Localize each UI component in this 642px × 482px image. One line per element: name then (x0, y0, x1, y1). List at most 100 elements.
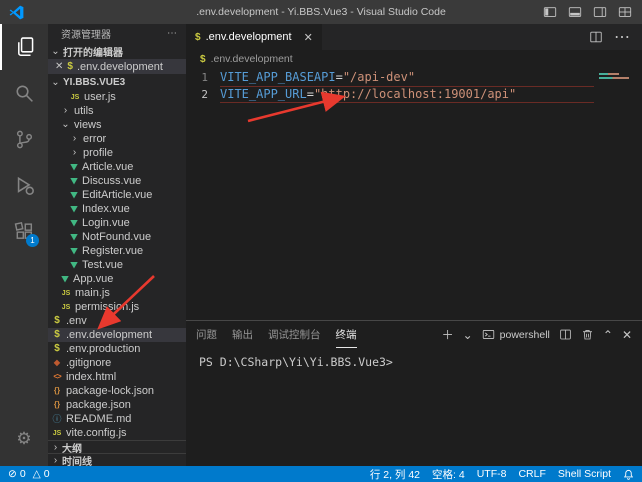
tree-item-permission.js[interactable]: JSpermission.js (48, 300, 186, 314)
file-name: vite.config.js (66, 427, 127, 439)
toggle-sidebar-icon[interactable] (543, 5, 557, 19)
chevron-right-icon: › (51, 442, 60, 453)
tree-item-.gitignore[interactable]: ◆ .gitignore (48, 356, 186, 370)
file-name: permission.js (75, 301, 139, 313)
split-terminal-icon[interactable] (559, 328, 572, 341)
code-line-2[interactable]: 2VITE_APP_URL="http://localhost:19001/ap… (186, 86, 642, 103)
chevron-right-icon: › (70, 148, 79, 158)
tree-item-NotFound.vue[interactable]: NotFound.vue (48, 230, 186, 244)
cursor-position-status[interactable]: 行 2, 列 42 (370, 467, 420, 482)
tree-item-.env.production[interactable]: $.env.production (48, 342, 186, 356)
tree-item-.env.development[interactable]: $.env.development (48, 328, 186, 342)
tree-item-Article.vue[interactable]: Article.vue (48, 160, 186, 174)
tree-item-Index.vue[interactable]: Index.vue (48, 202, 186, 216)
file-name: Register.vue (82, 245, 143, 257)
run-debug-icon[interactable] (0, 162, 48, 208)
maximize-panel-icon[interactable]: ⌃ (603, 329, 613, 341)
kill-terminal-trash-icon[interactable] (581, 328, 594, 341)
tree-item-vite.config.js[interactable]: JSvite.config.js (48, 426, 186, 440)
html-file-icon: <> (52, 373, 62, 381)
extensions-icon[interactable]: 1 (0, 208, 48, 254)
tab-env-development[interactable]: $ .env.development ✕ (186, 24, 322, 50)
file-name: README.md (66, 413, 131, 425)
json-file-icon: {} (52, 387, 62, 395)
open-editor-item[interactable]: ✕ $ .env.development (48, 59, 186, 74)
outline-section-header[interactable]: › 大纲 (48, 440, 186, 453)
split-editor-icon[interactable] (589, 30, 603, 44)
close-icon[interactable]: ✕ (55, 61, 63, 72)
file-name: .env (66, 315, 87, 327)
file-name: EditArticle.vue (82, 189, 152, 201)
errors-status[interactable]: ⊘0 (8, 468, 26, 480)
tree-item-Login.vue[interactable]: Login.vue (48, 216, 186, 230)
env-file-icon: $ (52, 330, 62, 340)
chevron-down-icon: ⌄ (51, 46, 60, 57)
file-name: App.vue (73, 273, 113, 285)
panel-tab-output[interactable]: 输出 (232, 321, 253, 348)
tree-item-index.html[interactable]: <>index.html (48, 370, 186, 384)
tree-item-EditArticle.vue[interactable]: EditArticle.vue (48, 188, 186, 202)
breadcrumb-file: .env.development (211, 53, 293, 65)
tab-label: .env.development (206, 31, 292, 43)
code-line-1[interactable]: 1VITE_APP_BASEAPI="/api-dev" (186, 69, 642, 86)
open-editors-header[interactable]: ⌄ 打开的编辑器 (48, 43, 186, 59)
tree-item-Discuss.vue[interactable]: Discuss.vue (48, 174, 186, 188)
env-file-icon: $ (67, 61, 73, 72)
tree-item-App.vue[interactable]: App.vue (48, 272, 186, 286)
toggle-panel-icon[interactable] (568, 5, 582, 19)
tree-item-profile[interactable]: › profile (48, 146, 186, 160)
explorer-icon[interactable] (0, 24, 48, 70)
operator: = (307, 87, 314, 101)
file-name: Test.vue (82, 259, 123, 271)
terminal-content[interactable]: PS D:\CSharp\Yi\Yi.BBS.Vue3> (186, 348, 642, 466)
sidebar-title: 资源管理器 (61, 26, 111, 41)
timeline-section-header[interactable]: › 时间线 (48, 453, 186, 466)
tree-item-package.json[interactable]: {}package.json (48, 398, 186, 412)
tree-item-utils[interactable]: ›utils (48, 104, 186, 118)
eol-status[interactable]: CRLF (518, 468, 545, 480)
project-root-label: YI.BBS.VUE3 (63, 77, 125, 88)
tree-item-main.js[interactable]: JSmain.js (48, 286, 186, 300)
tree-item-Register.vue[interactable]: Register.vue (48, 244, 186, 258)
close-panel-icon[interactable]: ✕ (622, 329, 632, 341)
notifications-bell-icon[interactable] (623, 469, 634, 480)
close-tab-icon[interactable]: ✕ (304, 31, 313, 44)
panel-tab-debug-console[interactable]: 调试控制台 (268, 321, 321, 348)
tree-item-views[interactable]: ⌄views (48, 118, 186, 132)
git-file-icon: ◆ (52, 359, 62, 367)
tree-item-package-lock.json[interactable]: {}package-lock.json (48, 384, 186, 398)
file-name: .gitignore (66, 357, 111, 369)
env-value: "/api-dev" (343, 70, 415, 84)
tree-item-Test.vue[interactable]: Test.vue (48, 258, 186, 272)
language-mode-status[interactable]: Shell Script (558, 468, 611, 480)
customize-layout-icon[interactable] (618, 5, 632, 19)
json-file-icon: {} (52, 401, 62, 409)
sidebar-more-actions-icon[interactable]: ⋯ (167, 28, 178, 39)
project-root-header[interactable]: ⌄ YI.BBS.VUE3 (48, 74, 186, 90)
file-name: profile (83, 147, 113, 159)
terminal-profile-dropdown-icon[interactable]: ⌄ (463, 329, 473, 341)
file-name: Index.vue (82, 203, 130, 215)
vscode-window: .env.development - Yi.BBS.Vue3 - Visual … (0, 0, 642, 482)
js-file-icon: JS (61, 290, 71, 297)
breadcrumb[interactable]: $ .env.development (186, 50, 642, 68)
chevron-right-icon: › (51, 455, 60, 466)
code-editor[interactable]: 1VITE_APP_BASEAPI="/api-dev" 2VITE_APP_U… (186, 68, 642, 320)
tree-item-README.md[interactable]: ⓘREADME.md (48, 412, 186, 426)
encoding-status[interactable]: UTF-8 (477, 468, 507, 480)
panel-tab-problems[interactable]: 问题 (196, 321, 217, 348)
toggle-secondary-sidebar-icon[interactable] (593, 5, 607, 19)
settings-gear-icon[interactable]: ⚙ (0, 416, 48, 462)
new-terminal-icon[interactable]: ＋ (442, 329, 454, 341)
source-control-icon[interactable] (0, 116, 48, 162)
error-icon: ⊘ (8, 468, 17, 480)
warnings-status[interactable]: △0 (33, 468, 50, 480)
tree-item-.env[interactable]: $.env (48, 314, 186, 328)
search-icon[interactable] (0, 70, 48, 116)
tree-item-error[interactable]: ›error (48, 132, 186, 146)
tree-item-user.js[interactable]: JSuser.js (48, 90, 186, 104)
powershell-terminal-tab[interactable]: powershell (482, 328, 550, 341)
indentation-status[interactable]: 空格: 4 (432, 467, 465, 482)
editor-more-actions-icon[interactable]: ⋯ (614, 27, 630, 47)
panel-tab-terminal[interactable]: 终端 (336, 321, 357, 348)
